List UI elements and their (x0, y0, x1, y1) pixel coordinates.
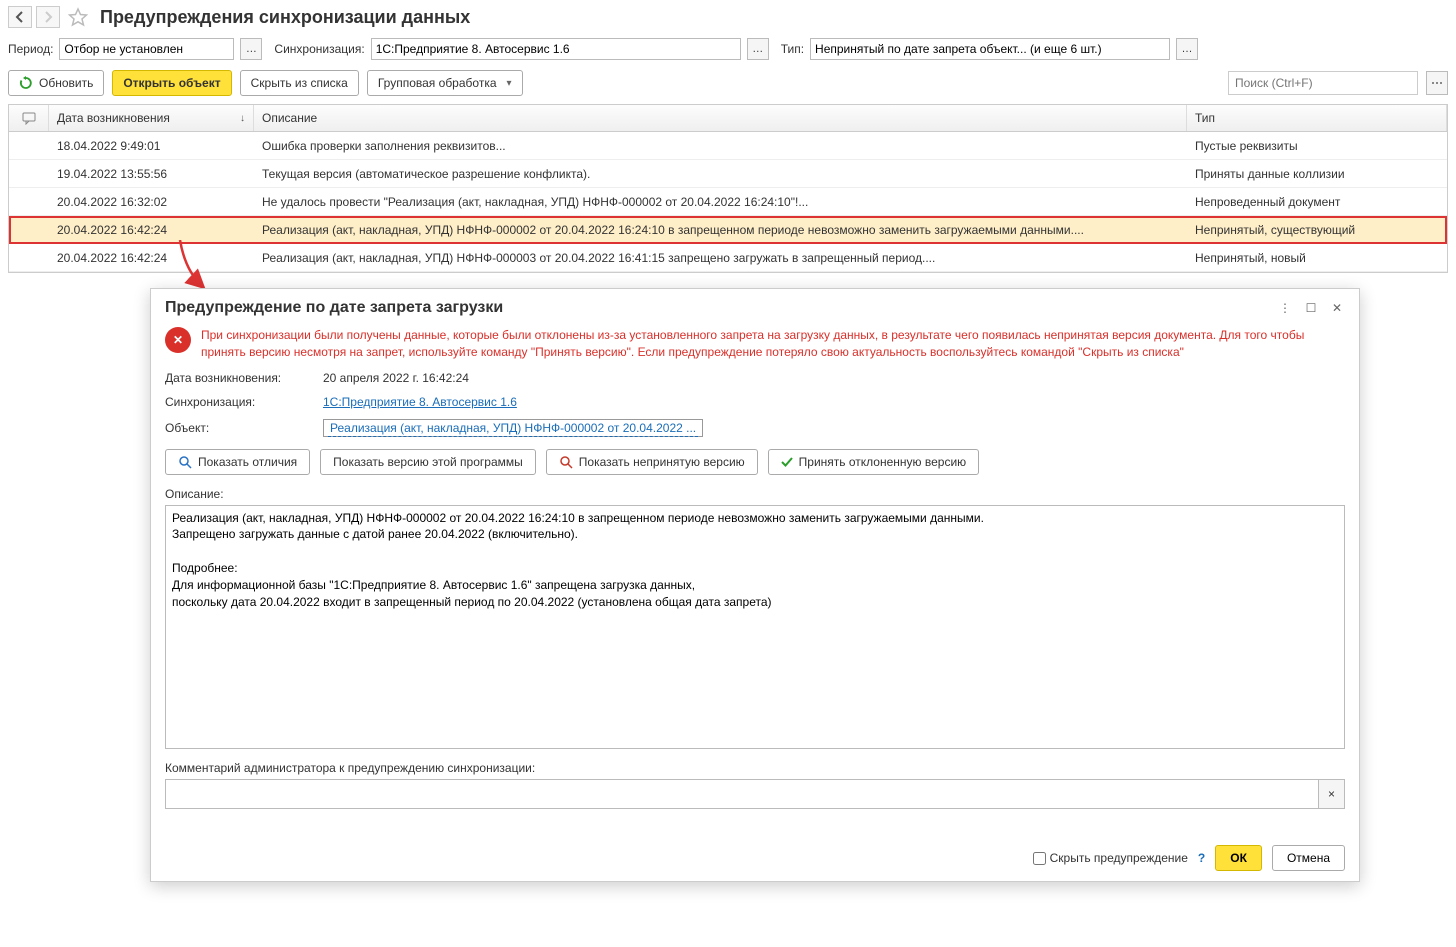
show-rejected-label: Показать непринятую версию (579, 455, 745, 469)
chat-icon (22, 111, 36, 125)
nav-forward-button[interactable] (36, 6, 60, 28)
dialog-sync-link[interactable]: 1С:Предприятие 8. Автосервис 1.6 (323, 395, 517, 409)
dialog-maximize-button[interactable]: ☐ (1303, 300, 1319, 316)
search-input[interactable] (1228, 71, 1418, 95)
row-date-cell: 18.04.2022 9:49:01 (49, 139, 254, 153)
column-date-label: Дата возникновения (57, 111, 170, 125)
column-desc-label: Описание (262, 111, 317, 125)
favorite-star-icon[interactable] (68, 7, 88, 27)
cancel-button[interactable]: Отмена (1272, 845, 1345, 871)
row-date-cell: 20.04.2022 16:42:24 (49, 251, 254, 265)
row-desc-cell: Реализация (акт, накладная, УПД) НФНФ-00… (254, 251, 1187, 265)
show-this-version-label: Показать версию этой программы (333, 455, 523, 469)
table-row[interactable]: 20.04.2022 16:42:24Реализация (акт, накл… (9, 244, 1447, 272)
dialog-sync-label: Синхронизация: (165, 395, 315, 409)
refresh-label: Обновить (39, 76, 93, 90)
admin-comment-clear-button[interactable]: × (1319, 779, 1345, 809)
check-icon (781, 456, 793, 468)
desc-label: Описание: (165, 487, 1345, 501)
magnifier-icon (178, 455, 192, 469)
dialog-title: Предупреждение по дате запрета загрузки (165, 299, 503, 317)
accept-rejected-button[interactable]: Принять отклоненную версию (768, 449, 980, 475)
column-type-label: Тип (1195, 111, 1215, 125)
sync-more-button[interactable]: … (747, 38, 769, 60)
row-desc-cell: Не удалось провести "Реализация (акт, на… (254, 195, 1187, 209)
row-desc-cell: Ошибка проверки заполнения реквизитов... (254, 139, 1187, 153)
column-desc[interactable]: Описание (254, 105, 1187, 131)
row-type-cell: Непринятый, существующий (1187, 223, 1447, 237)
row-type-cell: Приняты данные коллизии (1187, 167, 1447, 181)
hide-warning-label: Скрыть предупреждение (1050, 851, 1188, 865)
search-more-button[interactable] (1426, 71, 1448, 95)
desc-textarea[interactable] (165, 505, 1345, 749)
type-input[interactable] (810, 38, 1170, 60)
show-this-version-button[interactable]: Показать версию этой программы (320, 449, 536, 475)
type-label: Тип: (781, 42, 804, 56)
show-rejected-button[interactable]: Показать непринятую версию (546, 449, 758, 475)
period-label: Период: (8, 42, 53, 56)
dialog-more-button[interactable]: ⋮ (1277, 300, 1293, 316)
show-diff-button[interactable]: Показать отличия (165, 449, 310, 475)
dialog-object-label: Объект: (165, 421, 315, 435)
dialog-close-button[interactable]: ✕ (1329, 300, 1345, 316)
row-type-cell: Пустые реквизиты (1187, 139, 1447, 153)
row-type-cell: Непроведенный документ (1187, 195, 1447, 209)
hide-warning-checkbox-wrap[interactable]: Скрыть предупреждение (1033, 851, 1188, 865)
admin-comment-input[interactable] (165, 779, 1319, 809)
hide-from-list-button[interactable]: Скрыть из списка (240, 70, 359, 96)
table-row[interactable]: 20.04.2022 16:42:24Реализация (акт, накл… (9, 216, 1447, 244)
hide-from-list-label: Скрыть из списка (251, 76, 348, 90)
ok-button[interactable]: ОК (1215, 845, 1262, 871)
refresh-button[interactable]: Обновить (8, 70, 104, 96)
column-icon[interactable] (9, 105, 49, 131)
error-icon: ✕ (165, 327, 191, 353)
warning-dialog: Предупреждение по дате запрета загрузки … (150, 288, 1360, 882)
column-date[interactable]: Дата возникновения ↓ (49, 105, 254, 131)
row-date-cell: 20.04.2022 16:32:02 (49, 195, 254, 209)
accept-rejected-label: Принять отклоненную версию (799, 455, 967, 469)
dialog-date-label: Дата возникновения: (165, 371, 315, 385)
sync-label: Синхронизация: (274, 42, 364, 56)
table-row[interactable]: 18.04.2022 9:49:01Ошибка проверки заполн… (9, 132, 1447, 160)
refresh-icon (19, 76, 33, 90)
magnifier-red-icon (559, 455, 573, 469)
open-object-button[interactable]: Открыть объект (112, 70, 231, 96)
warnings-table: Дата возникновения ↓ Описание Тип 18.04.… (8, 104, 1448, 273)
table-row[interactable]: 19.04.2022 13:55:56Текущая версия (автом… (9, 160, 1447, 188)
type-more-button[interactable]: … (1176, 38, 1198, 60)
warning-text: При синхронизации были получены данные, … (201, 327, 1345, 361)
hide-warning-checkbox[interactable] (1033, 852, 1046, 865)
table-row[interactable]: 20.04.2022 16:32:02Не удалось провести "… (9, 188, 1447, 216)
row-desc-cell: Реализация (акт, накладная, УПД) НФНФ-00… (254, 223, 1187, 237)
period-input[interactable] (59, 38, 234, 60)
group-processing-button[interactable]: Групповая обработка (367, 70, 523, 96)
admin-comment-label: Комментарий администратора к предупрежде… (165, 761, 1345, 775)
show-diff-label: Показать отличия (198, 455, 297, 469)
page-title: Предупреждения синхронизации данных (100, 7, 470, 28)
dialog-date-value: 20 апреля 2022 г. 16:42:24 (323, 371, 469, 385)
period-more-button[interactable]: … (240, 38, 262, 60)
column-type[interactable]: Тип (1187, 105, 1447, 131)
dialog-object-link[interactable]: Реализация (акт, накладная, УПД) НФНФ-00… (328, 420, 698, 437)
sync-input[interactable] (371, 38, 741, 60)
help-icon[interactable]: ? (1198, 851, 1205, 865)
nav-back-button[interactable] (8, 6, 32, 28)
row-desc-cell: Текущая версия (автоматическое разрешени… (254, 167, 1187, 181)
row-date-cell: 19.04.2022 13:55:56 (49, 167, 254, 181)
row-date-cell: 20.04.2022 16:42:24 (49, 223, 254, 237)
row-type-cell: Непринятый, новый (1187, 251, 1447, 265)
open-object-label: Открыть объект (123, 76, 220, 90)
group-processing-label: Групповая обработка (378, 76, 497, 90)
sort-arrow-icon: ↓ (240, 113, 245, 124)
